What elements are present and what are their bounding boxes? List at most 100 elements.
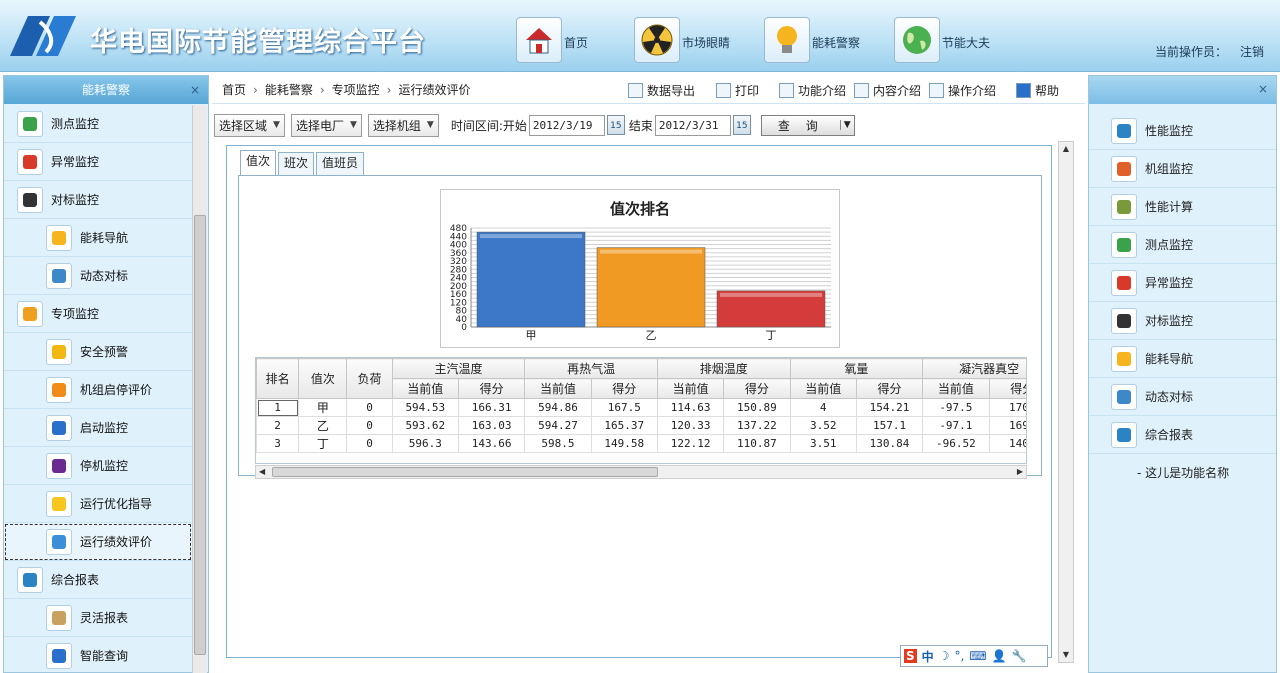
- unit-select[interactable]: 选择机组 ▼: [367, 113, 439, 137]
- menu-item-9[interactable]: 启动监控: [4, 409, 192, 447]
- query-button[interactable]: 查 询 ▼: [760, 114, 855, 136]
- header-current-value: 当前值: [391, 378, 459, 399]
- close-icon[interactable]: ×: [190, 76, 200, 104]
- punctuation-icon[interactable]: °,: [954, 649, 964, 663]
- menu-item-12[interactable]: 运行绩效评价: [4, 523, 192, 561]
- menu-item-6[interactable]: 专项监控: [4, 295, 192, 333]
- right-menu-item-4[interactable]: 测点监控: [1089, 226, 1276, 264]
- tab-operator[interactable]: 值班员: [316, 152, 365, 175]
- menu-item-4[interactable]: 能耗导航: [4, 219, 192, 257]
- scroll-right-icon[interactable]: ▶: [1017, 466, 1023, 478]
- calendar-icon[interactable]: 15: [732, 115, 751, 135]
- nav-home[interactable]: 首页: [516, 17, 588, 63]
- cell-value: -97.5: [922, 398, 990, 417]
- right-menu-item-1[interactable]: 性能监控: [1089, 112, 1276, 150]
- cell-value: 596.3: [391, 434, 459, 453]
- right-menu-item-6[interactable]: 对标监控: [1089, 302, 1276, 340]
- bar: [596, 247, 706, 328]
- menu-item-8[interactable]: 机组启停评价: [4, 371, 192, 409]
- hand-pointer-icon: [17, 300, 43, 327]
- function-intro-label: 功能介绍: [798, 84, 847, 98]
- left-scrollbar[interactable]: [192, 105, 207, 673]
- calendar-icon[interactable]: 15: [606, 115, 625, 135]
- breadcrumb-energy-police[interactable]: 能耗警察: [265, 81, 313, 98]
- keyboard-icon[interactable]: ⌨: [969, 649, 986, 663]
- menu-item-10[interactable]: 停机监控: [4, 447, 192, 485]
- breadcrumb-home[interactable]: 首页: [222, 81, 246, 98]
- wrench-icon[interactable]: 🔧: [1012, 649, 1027, 663]
- function-intro-button[interactable]: 功能介绍: [779, 82, 846, 99]
- menu-item-14[interactable]: 灵活报表: [4, 599, 192, 637]
- left-panel-title: 能耗警察: [81, 83, 130, 97]
- export-label: 数据导出: [647, 84, 696, 98]
- scroll-down-icon[interactable]: ▼: [1059, 648, 1073, 662]
- menu-item-5[interactable]: 动态对标: [4, 257, 192, 295]
- right-menu-item-9[interactable]: 综合报表: [1089, 416, 1276, 454]
- cell-value: 165.37: [590, 416, 658, 435]
- right-menu-item-5[interactable]: 异常监控: [1089, 264, 1276, 302]
- app-title: 华电国际节能管理综合平台: [90, 27, 426, 58]
- menu-item-13[interactable]: 综合报表: [4, 561, 192, 599]
- right-menu-item-label: 性能监控: [1145, 124, 1194, 138]
- home-icon: [516, 17, 562, 63]
- y-tick-label: 480: [450, 224, 467, 234]
- header-current-value: 当前值: [656, 378, 725, 399]
- table-row[interactable]: 1 甲 0 594.53 166.31 594.86 167.5 114.63 150.89 4 1…: [256, 398, 1026, 417]
- chevron-down-icon[interactable]: ▼: [839, 120, 854, 130]
- menu-item-11[interactable]: 运行优化指导: [4, 485, 192, 523]
- header-oxygen: 氧量: [789, 358, 924, 379]
- menu-item-2[interactable]: 异常监控: [4, 143, 192, 181]
- globe-icon: [894, 17, 940, 63]
- scrollbar-thumb[interactable]: [272, 467, 658, 477]
- menu-item-7[interactable]: 安全预警: [4, 333, 192, 371]
- user-icon[interactable]: 👤: [992, 649, 1007, 663]
- cell-value: 3.51: [789, 434, 857, 453]
- cell-shift: 甲: [298, 398, 348, 417]
- help-button[interactable]: 帮助: [1016, 82, 1059, 99]
- nav-energy-doctor[interactable]: 节能大夫: [894, 17, 990, 63]
- tab-team[interactable]: 班次: [278, 152, 315, 175]
- cell-rank: 3: [256, 434, 300, 453]
- right-menu-item-2[interactable]: 机组监控: [1089, 150, 1276, 188]
- operation-book-icon: [929, 83, 944, 98]
- cell-value: 143.66: [457, 434, 526, 453]
- nav-energy-police[interactable]: 能耗警察: [764, 17, 860, 63]
- logout-link[interactable]: 注销: [1240, 43, 1264, 60]
- tab-shift[interactable]: 值次: [240, 150, 277, 175]
- grid-horizontal-scrollbar[interactable]: ◀ ▶: [255, 465, 1027, 479]
- plant-select[interactable]: 选择电厂 ▼: [290, 113, 362, 137]
- region-select[interactable]: 选择区域 ▼: [214, 113, 285, 137]
- print-button[interactable]: 打印: [716, 82, 759, 99]
- table-row[interactable]: 2 乙 0 593.62 163.03 594.27 165.37 120.33 137.22 3…: [256, 416, 1026, 435]
- operation-intro-button[interactable]: 操作介绍: [929, 82, 996, 99]
- right-menu-item-3[interactable]: 性能计算: [1089, 188, 1276, 226]
- export-button[interactable]: 数据导出: [628, 82, 695, 99]
- menu-item-1[interactable]: 测点监控: [4, 105, 192, 143]
- sogou-icon[interactable]: S: [904, 649, 917, 663]
- content-intro-button[interactable]: 内容介绍: [854, 82, 921, 99]
- menu-item-3[interactable]: 对标监控: [4, 181, 192, 219]
- ime-toolbar[interactable]: S 中 ☽ °, ⌨ 👤 🔧: [900, 645, 1048, 667]
- end-date-input[interactable]: 2012/3/31: [654, 114, 731, 136]
- content-scrollbar[interactable]: ▲ ▼: [1058, 141, 1074, 663]
- scrollbar-thumb[interactable]: [194, 215, 206, 655]
- nav-market-eye[interactable]: 市场眼睛: [634, 17, 730, 63]
- breadcrumb-special-monitor[interactable]: 专项监控: [332, 81, 380, 98]
- cell-value: -97.1: [922, 416, 990, 435]
- breadcrumb-current: 运行绩效评价: [398, 83, 471, 97]
- scroll-up-icon[interactable]: ▲: [1059, 142, 1073, 156]
- operator-label: 当前操作员：: [1155, 45, 1228, 59]
- scroll-left-icon[interactable]: ◀: [259, 466, 265, 478]
- table-row[interactable]: 3 丁 0 596.3 143.66 598.5 149.58 122.12 110.87 3.5…: [256, 434, 1026, 453]
- chinese-mode-icon[interactable]: 中: [922, 648, 934, 665]
- start-date-input[interactable]: 2012/3/19: [528, 114, 605, 136]
- moon-icon[interactable]: ☽: [939, 649, 950, 663]
- right-menu-item-7[interactable]: 能耗导航: [1089, 340, 1276, 378]
- menu-item-15[interactable]: 智能查询: [4, 637, 192, 673]
- header-score: 得分: [590, 378, 658, 399]
- chevron-down-icon: ▼: [273, 120, 280, 130]
- close-icon[interactable]: ×: [1258, 82, 1268, 96]
- right-menu-item-8[interactable]: 动态对标: [1089, 378, 1276, 416]
- function-name-note: - 这儿是功能名称: [1137, 466, 1230, 480]
- menu-item-label: 机组启停评价: [80, 383, 153, 397]
